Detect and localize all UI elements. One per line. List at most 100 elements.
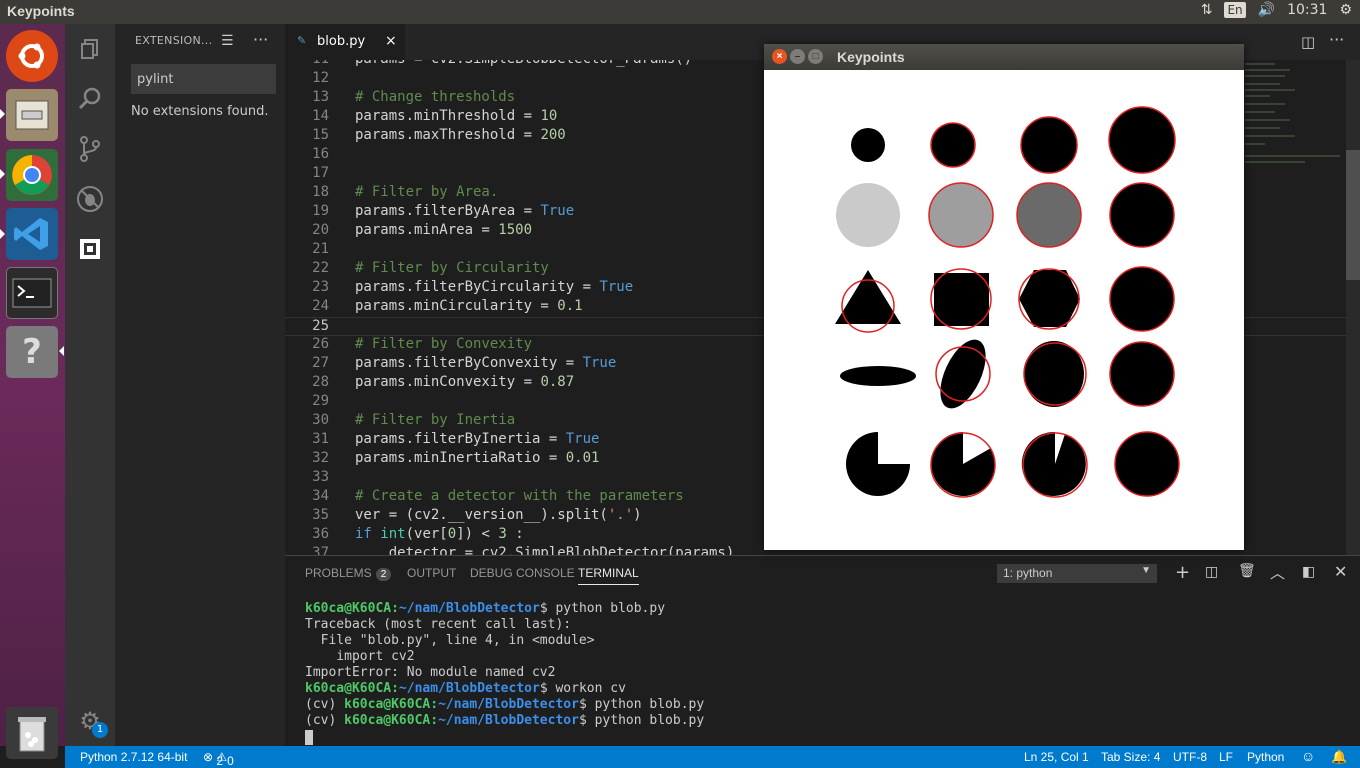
cursor-position[interactable]: Ln 25, Col 1 bbox=[1024, 750, 1089, 764]
editor-scrollbar[interactable] bbox=[1346, 60, 1360, 555]
search-icon[interactable] bbox=[65, 74, 115, 124]
status-bar: Python 2.7.12 64-bit ⊗ 2 ⚠ 0 Ln 25, Col … bbox=[65, 746, 1360, 768]
trash-icon[interactable] bbox=[6, 707, 58, 759]
manage-gear-icon[interactable]: ⚙ 1 bbox=[65, 696, 115, 746]
settings-gear-icon[interactable]: ⚙ bbox=[1339, 2, 1352, 18]
code-text: params.minCircularity = 0.1 bbox=[355, 298, 583, 314]
line-number: 32 bbox=[312, 450, 329, 466]
network-icon[interactable]: ⇅ bbox=[1201, 2, 1213, 18]
terminal-line: (cv) k60ca@K60CA:~/nam/BlobDetector$ pyt… bbox=[305, 713, 705, 728]
active-window-title: Keypoints bbox=[7, 3, 75, 19]
language-mode[interactable]: Python bbox=[1247, 750, 1284, 764]
code-text: if int(ver[0]) < 3 : bbox=[355, 526, 524, 542]
trash-terminal-icon[interactable]: 🗑 bbox=[1238, 563, 1256, 579]
maximize-panel-icon[interactable]: ︿ bbox=[1270, 562, 1285, 583]
tab-output[interactable]: OUTPUT bbox=[407, 566, 456, 580]
minimize-window-icon[interactable]: – bbox=[790, 49, 805, 64]
code-text: # Filter by Inertia bbox=[355, 412, 516, 428]
chrome-icon[interactable] bbox=[6, 149, 58, 201]
minimap[interactable] bbox=[1245, 60, 1345, 555]
line-number: 21 bbox=[312, 241, 329, 257]
code-text: # Filter by Convexity bbox=[355, 336, 533, 352]
terminal-line: Traceback (most recent call last): bbox=[305, 617, 572, 632]
line-number: 16 bbox=[312, 146, 329, 162]
close-panel-icon[interactable]: ✕ bbox=[1334, 562, 1347, 581]
line-number: 34 bbox=[312, 488, 329, 504]
tab-size[interactable]: Tab Size: 4 bbox=[1101, 750, 1160, 764]
keyboard-layout-indicator[interactable]: En bbox=[1224, 2, 1246, 18]
maximize-window-icon[interactable]: □ bbox=[808, 49, 823, 64]
bottom-panel: PROBLEMS 2 OUTPUT DEBUG CONSOLE TERMINAL … bbox=[285, 555, 1360, 746]
clock[interactable]: 10:31 bbox=[1287, 2, 1327, 18]
new-terminal-icon[interactable]: + bbox=[1175, 562, 1190, 583]
help-icon[interactable]: ? bbox=[6, 326, 58, 378]
code-text: params.minArea = 1500 bbox=[355, 222, 533, 238]
editor-more-icon[interactable]: ··· bbox=[1329, 30, 1344, 49]
terminal-output[interactable]: k60ca@K60CA:~/nam/BlobDetector$ python b… bbox=[305, 601, 704, 745]
no-extensions-message: No extensions found. bbox=[131, 104, 269, 119]
line-number: 36 bbox=[312, 526, 329, 542]
terminal-icon[interactable] bbox=[6, 267, 58, 319]
keypoints-window[interactable]: × – □ Keypoints bbox=[764, 44, 1244, 550]
code-text: # Filter by Area. bbox=[355, 184, 499, 200]
top-panel: Keypoints ⇅ En 🔊 10:31 ⚙ bbox=[0, 0, 1360, 24]
window-titlebar[interactable]: × – □ Keypoints bbox=[764, 44, 1244, 70]
problems-summary[interactable]: ⊗ 2 ⚠ 0 bbox=[203, 750, 234, 768]
clear-extensions-icon[interactable]: ☰ bbox=[221, 33, 234, 49]
extensions-icon[interactable] bbox=[65, 224, 115, 274]
python-file-icon: ✎ bbox=[297, 34, 307, 47]
split-editor-icon[interactable]: ◫ bbox=[1301, 33, 1315, 51]
volume-icon[interactable]: 🔊 bbox=[1258, 2, 1275, 18]
line-number: 25 bbox=[312, 318, 329, 334]
tab-terminal[interactable]: TERMINAL bbox=[578, 566, 639, 585]
debug-icon[interactable] bbox=[65, 174, 115, 224]
code-text: # Create a detector with the parameters bbox=[355, 488, 684, 504]
line-number: 37 bbox=[312, 545, 329, 555]
activity-bar: ⚙ 1 bbox=[65, 24, 115, 746]
close-tab-icon[interactable]: × bbox=[385, 33, 397, 49]
code-text: params.filterByInertia = True bbox=[355, 431, 600, 447]
files-icon[interactable] bbox=[6, 89, 58, 141]
scrollbar-thumb[interactable] bbox=[1346, 150, 1360, 280]
line-number: 27 bbox=[312, 355, 329, 371]
launcher: ? bbox=[0, 24, 65, 759]
system-tray: ⇅ En 🔊 10:31 ⚙ bbox=[1201, 2, 1352, 18]
split-terminal-icon[interactable]: ◫ bbox=[1205, 564, 1218, 580]
encoding[interactable]: UTF-8 bbox=[1173, 750, 1207, 764]
ubuntu-dash-icon[interactable] bbox=[6, 30, 58, 82]
python-interpreter[interactable]: Python 2.7.12 64-bit bbox=[80, 750, 187, 764]
source-control-icon[interactable] bbox=[65, 124, 115, 174]
tab-debug-console[interactable]: DEBUG CONSOLE bbox=[470, 566, 575, 580]
code-text: ver = (cv2.__version__).split('.') bbox=[355, 507, 642, 523]
vscode-icon[interactable] bbox=[6, 208, 58, 260]
keypoints-image bbox=[835, 106, 1180, 498]
explorer-icon[interactable] bbox=[65, 24, 115, 74]
line-number: 18 bbox=[312, 184, 329, 200]
chevron-down-icon: ▼ bbox=[1141, 565, 1151, 576]
notifications-bell-icon[interactable]: 🔔 bbox=[1331, 749, 1347, 765]
tab-blob-py[interactable]: ✎ blob.py × bbox=[285, 24, 405, 60]
line-number: 20 bbox=[312, 222, 329, 238]
code-text: params.minConvexity = 0.87 bbox=[355, 374, 575, 390]
tab-label: blob.py bbox=[317, 34, 366, 49]
code-text: params.minInertiaRatio = 0.01 bbox=[355, 450, 600, 466]
problems-count-badge: 2 bbox=[375, 568, 392, 581]
code-text: params.filterByConvexity = True bbox=[355, 355, 617, 371]
line-number: 31 bbox=[312, 431, 329, 447]
close-window-icon[interactable]: × bbox=[772, 49, 787, 64]
code-text: detector = cv2.SimpleBlobDetector(params… bbox=[355, 545, 735, 555]
code-text: params = cv2.SimpleBlobDetector_Params() bbox=[355, 60, 692, 67]
running-indicator bbox=[0, 169, 5, 179]
terminal-selector[interactable]: 1: python ▼ bbox=[997, 564, 1157, 583]
more-actions-icon[interactable]: ··· bbox=[253, 30, 268, 49]
code-text: params.maxThreshold = 200 bbox=[355, 127, 566, 143]
line-number: 13 bbox=[312, 89, 329, 105]
feedback-smiley-icon[interactable]: ☺ bbox=[1301, 748, 1315, 764]
line-number: 12 bbox=[312, 70, 329, 86]
toggle-panel-position-icon[interactable]: ◧ bbox=[1302, 564, 1315, 580]
line-number: 29 bbox=[312, 393, 329, 409]
extensions-search-input[interactable] bbox=[131, 64, 276, 94]
line-ending[interactable]: LF bbox=[1219, 750, 1233, 764]
tab-problems[interactable]: PROBLEMS 2 bbox=[305, 566, 392, 581]
code-text: params.minThreshold = 10 bbox=[355, 108, 558, 124]
